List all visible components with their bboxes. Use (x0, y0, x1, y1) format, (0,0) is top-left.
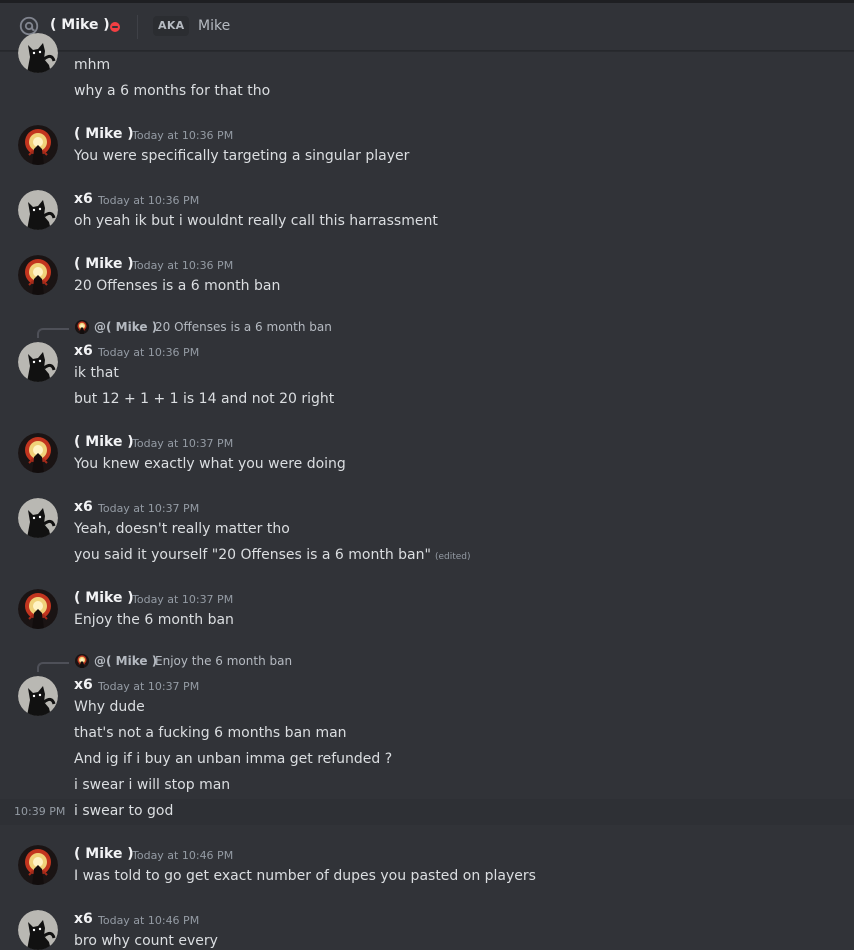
message-line: ik that (74, 365, 119, 381)
message-author[interactable]: x6 (74, 343, 93, 359)
message-line: I was told to go get exact number of dup… (74, 868, 536, 884)
reply-preview-text[interactable]: 20 Offenses is a 6 month ban (155, 320, 332, 334)
message-line: you said it yourself "20 Offenses is a 6… (74, 547, 471, 563)
avatar-mike[interactable] (18, 125, 58, 165)
message-timestamp: Today at 10:36 PM (98, 346, 200, 359)
message-timestamp: Today at 10:46 PM (98, 914, 200, 927)
reply-author[interactable]: @( Mike ) (94, 320, 157, 334)
message-author[interactable]: ( Mike ) (74, 434, 134, 450)
message-line: You knew exactly what you were doing (74, 456, 346, 472)
message-timestamp: Today at 10:37 PM (98, 680, 200, 693)
edited-label: (edited) (434, 552, 471, 562)
message-line: And ig if i buy an unban imma get refund… (74, 751, 393, 767)
message-line-text: you said it yourself "20 Offenses is a 6… (74, 547, 431, 563)
message-line: Why dude (74, 699, 145, 715)
avatar-x6[interactable] (18, 676, 58, 716)
avatar-x6[interactable] (18, 910, 58, 950)
dm-header: ( Mike ) AKA Mike (0, 3, 854, 51)
message-author[interactable]: x6 (74, 191, 93, 207)
avatar-x6[interactable] (18, 342, 58, 382)
reply-preview-text[interactable]: Enjoy the 6 month ban (155, 654, 292, 668)
message-author[interactable]: ( Mike ) (74, 256, 134, 272)
aka-name: Mike (198, 18, 231, 34)
message-timestamp: Today at 10:37 PM (98, 502, 200, 515)
hover-timestamp: 10:39 PM (14, 805, 66, 818)
message-line: but 12 + 1 + 1 is 14 and not 20 right (74, 391, 335, 407)
message-timestamp: Today at 10:37 PM (132, 593, 234, 606)
reply-spine (37, 662, 69, 672)
avatar-mike[interactable] (18, 255, 58, 295)
avatar-x6[interactable] (18, 498, 58, 538)
avatar-x6[interactable] (18, 190, 58, 230)
message-author[interactable]: x6 (74, 499, 93, 515)
message-line: that's not a fucking 6 months ban man (74, 725, 347, 741)
message-author[interactable]: ( Mike ) (74, 846, 134, 862)
message-timestamp: Today at 10:36 PM (132, 259, 234, 272)
message-line: oh yeah ik but i wouldnt really call thi… (74, 213, 438, 229)
reply-avatar-mike (75, 320, 89, 334)
message-line: i swear i will stop man (74, 777, 231, 793)
message-line: Yeah, doesn't really matter tho (74, 521, 290, 537)
dm-recipient-name[interactable]: ( Mike ) (50, 17, 110, 33)
do-not-disturb-status-icon (110, 22, 120, 32)
message-timestamp: Today at 10:37 PM (132, 437, 234, 450)
message-line: mhm (74, 57, 111, 73)
reply-avatar-mike (75, 654, 89, 668)
avatar-mike[interactable] (18, 433, 58, 473)
message-author[interactable]: x6 (74, 911, 93, 927)
message-line: 20 Offenses is a 6 month ban (74, 278, 281, 294)
message-line: i swear to god (74, 803, 174, 819)
header-divider (137, 15, 138, 39)
aka-badge[interactable]: AKA (153, 16, 190, 36)
message-line: bro why count every (74, 933, 218, 949)
message-author[interactable]: ( Mike ) (74, 126, 134, 142)
message-line: Enjoy the 6 month ban (74, 612, 234, 628)
message-line: You were specifically targeting a singul… (74, 148, 410, 164)
reply-author[interactable]: @( Mike ) (94, 654, 157, 668)
message-author[interactable]: x6 (74, 677, 93, 693)
reply-spine (37, 328, 69, 338)
message-timestamp: Today at 10:46 PM (132, 849, 234, 862)
message-line: why a 6 months for that tho (74, 83, 271, 99)
message-timestamp: Today at 10:36 PM (98, 194, 200, 207)
message-author[interactable]: ( Mike ) (74, 590, 134, 606)
message-timestamp: Today at 10:36 PM (132, 129, 234, 142)
avatar-mike[interactable] (18, 845, 58, 885)
avatar-mike[interactable] (18, 589, 58, 629)
avatar-x6[interactable] (18, 33, 58, 73)
